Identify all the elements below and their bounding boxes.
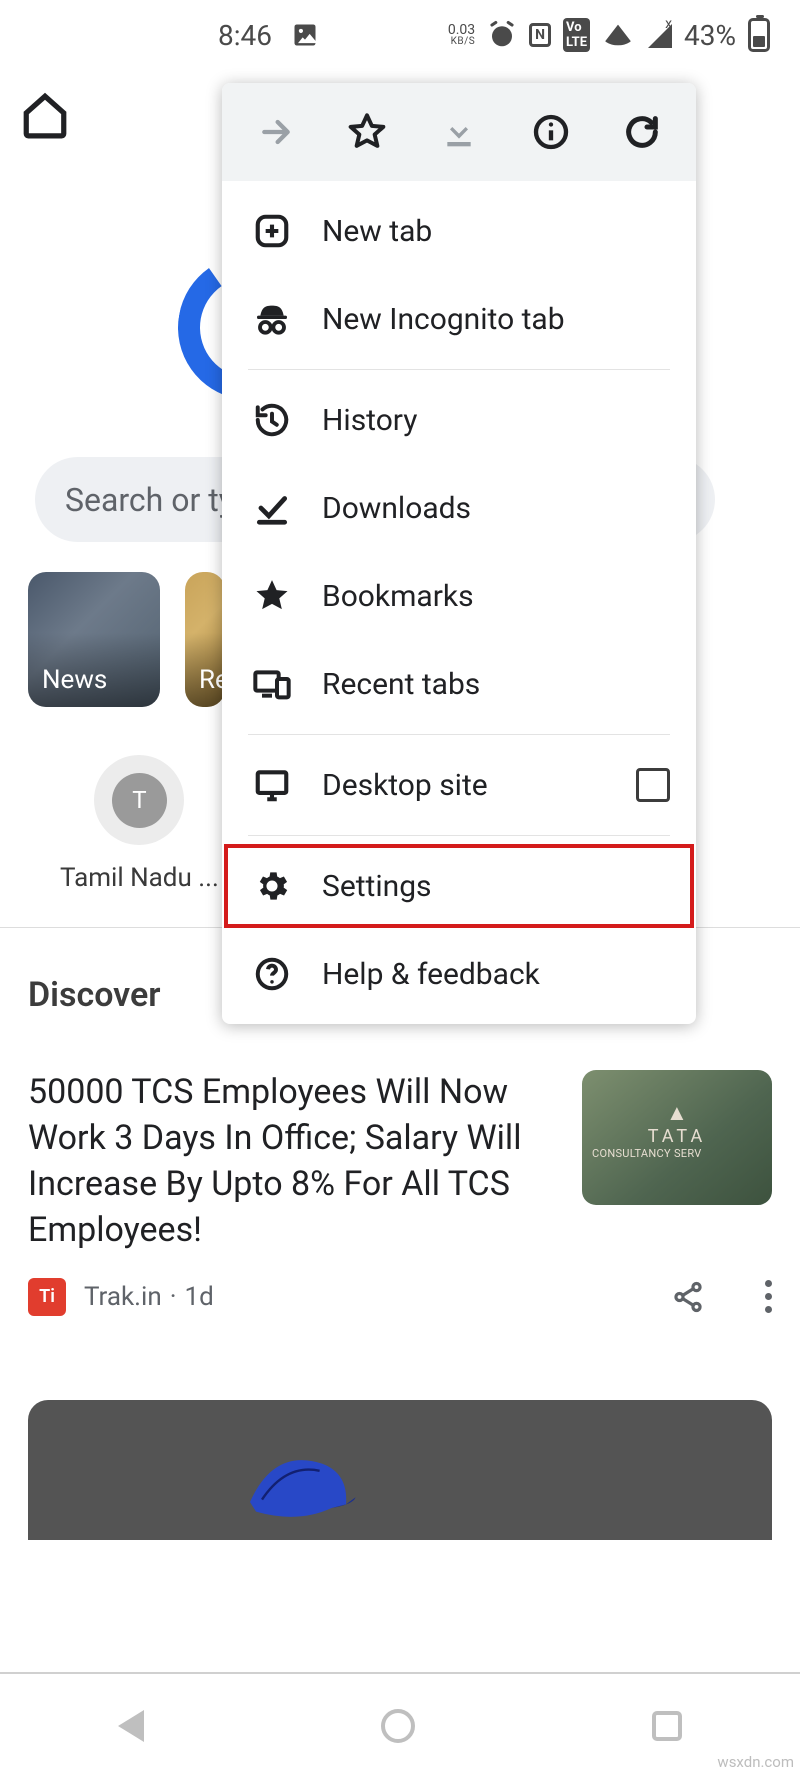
shortcut-letter: T	[112, 773, 167, 828]
battery-percent: 43%	[684, 19, 736, 52]
article-thumbnail: ▲ TATA CONSULTANCY SERV	[582, 1070, 772, 1205]
nav-recents-icon[interactable]	[652, 1711, 682, 1741]
gear-icon	[248, 867, 296, 905]
bookmark-star-icon	[248, 577, 296, 615]
menu-incognito[interactable]: New Incognito tab	[222, 275, 696, 363]
discover-heading: Discover	[28, 975, 161, 1015]
plus-square-icon	[248, 212, 296, 250]
forward-icon[interactable]	[254, 110, 298, 154]
menu-help[interactable]: Help & feedback	[222, 930, 696, 1018]
star-icon[interactable]	[345, 110, 389, 154]
menu-recent-tabs[interactable]: Recent tabs	[222, 640, 696, 728]
netspeed-indicator: 0.03 KB/S	[448, 23, 475, 47]
alarm-icon	[487, 20, 517, 50]
status-bar: 8:46 0.03 KB/S N VoLTE x 43%	[0, 0, 800, 70]
menu-bookmarks[interactable]: Bookmarks	[222, 552, 696, 640]
article-card-2[interactable]	[28, 1400, 772, 1540]
desktop-site-checkbox[interactable]	[636, 768, 670, 802]
cap-graphic	[238, 1440, 358, 1540]
nav-home-icon[interactable]	[381, 1709, 415, 1743]
devices-icon	[248, 664, 296, 704]
tile-news[interactable]: News	[28, 572, 160, 707]
nfc-icon: N	[529, 23, 551, 47]
shortcut-label: Tamil Nadu ...	[60, 863, 219, 893]
incognito-icon	[248, 299, 296, 339]
shortcut-item[interactable]: T Tamil Nadu ...	[60, 755, 219, 893]
info-icon[interactable]	[529, 110, 573, 154]
article-source: Trak.in	[84, 1282, 162, 1312]
nav-back-icon[interactable]	[118, 1710, 144, 1742]
wifi-icon	[602, 25, 634, 46]
menu-history[interactable]: History	[222, 376, 696, 464]
desktop-icon	[248, 766, 296, 804]
history-icon	[248, 401, 296, 439]
reload-icon[interactable]	[620, 110, 664, 154]
source-badge: Ti	[28, 1278, 66, 1316]
article-card[interactable]: 50000 TCS Employees Will Now Work 3 Days…	[28, 1070, 772, 1316]
menu-downloads[interactable]: Downloads	[222, 464, 696, 552]
menu-settings[interactable]: Settings	[222, 842, 696, 930]
article-age: 1d	[185, 1282, 214, 1312]
article-title: 50000 TCS Employees Will Now Work 3 Days…	[28, 1070, 552, 1254]
share-icon[interactable]	[671, 1280, 705, 1314]
watermark: wsxdn.com	[717, 1753, 794, 1771]
help-icon	[248, 955, 296, 993]
downloads-done-icon	[248, 489, 296, 527]
menu-new-tab[interactable]: New tab	[222, 187, 696, 275]
more-icon[interactable]	[765, 1280, 772, 1313]
suggestion-tiles: News Re	[28, 572, 225, 707]
system-nav-bar	[0, 1672, 800, 1777]
tile-partial[interactable]: Re	[185, 572, 225, 707]
battery-icon	[748, 18, 770, 52]
image-icon	[290, 20, 320, 50]
menu-desktop-site[interactable]: Desktop site	[222, 741, 696, 829]
status-time: 8:46	[218, 19, 272, 52]
download-icon[interactable]	[437, 110, 481, 154]
signal-icon: x	[646, 22, 672, 48]
overflow-menu: New tab New Incognito tab History Downlo…	[222, 83, 696, 1024]
volte-icon: VoLTE	[563, 18, 590, 52]
